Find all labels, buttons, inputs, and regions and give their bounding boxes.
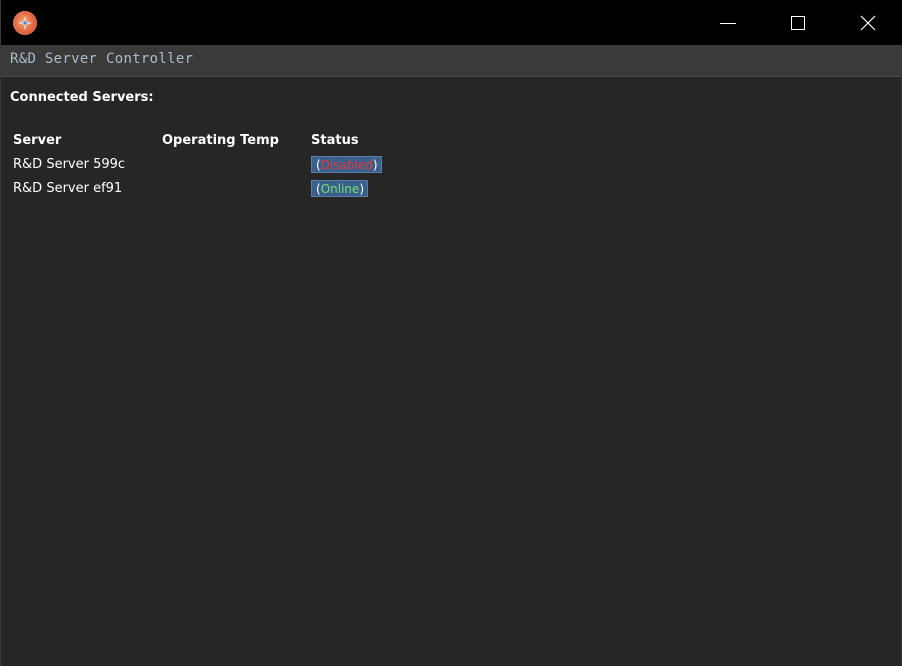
- server-name: R&D Server ef91: [13, 181, 123, 196]
- maximize-button[interactable]: [763, 0, 833, 45]
- status-text: Online: [320, 182, 360, 196]
- server-name: R&D Server 599c: [13, 157, 126, 172]
- minimize-button[interactable]: [693, 0, 763, 45]
- status-badge: (Disabled): [311, 156, 382, 173]
- app-compass-icon[interactable]: [13, 11, 37, 35]
- title-bar[interactable]: [1, 0, 902, 45]
- status-text: Disabled: [320, 158, 373, 172]
- column-header-operating-temp: Operating Temp: [162, 133, 279, 148]
- status-badge: (Online): [311, 180, 369, 197]
- section-title: Connected Servers:: [10, 90, 154, 105]
- close-icon: [860, 15, 876, 30]
- column-header-server: Server: [13, 133, 62, 148]
- maximize-icon: [791, 15, 805, 30]
- app-window: R&D Server Controller Connected Servers:…: [0, 0, 902, 666]
- column-header-status: Status: [311, 133, 359, 148]
- paren-close: ): [372, 158, 378, 172]
- paren-close: ): [359, 182, 365, 196]
- close-button[interactable]: [833, 0, 902, 45]
- app-title: R&D Server Controller: [10, 51, 194, 67]
- app-header: R&D Server Controller: [1, 45, 901, 77]
- minimize-icon: [720, 22, 736, 24]
